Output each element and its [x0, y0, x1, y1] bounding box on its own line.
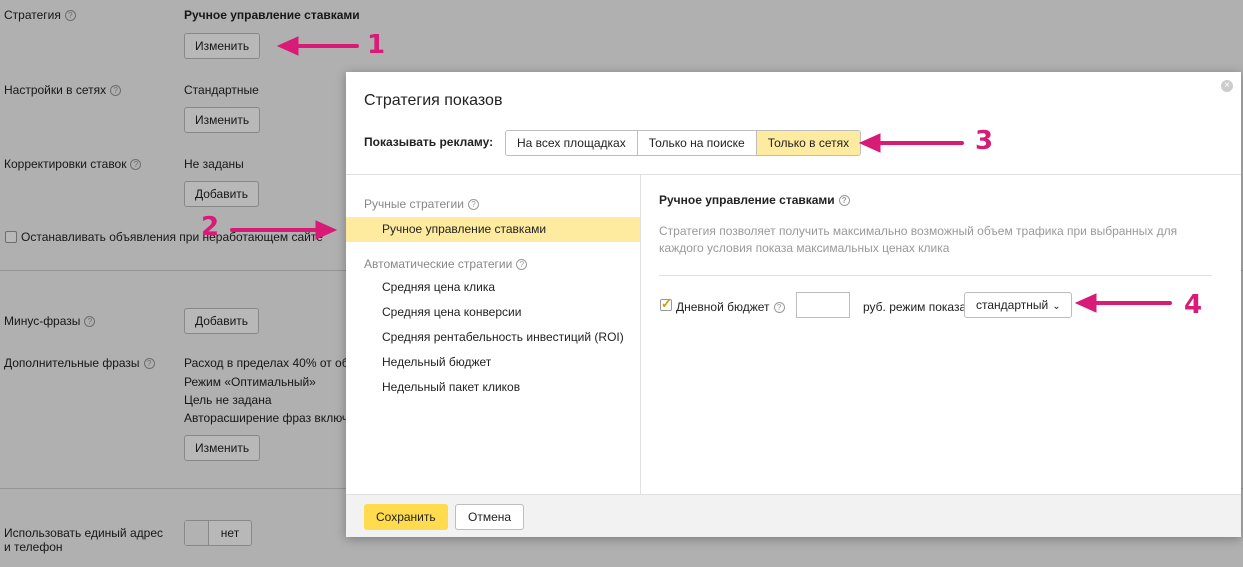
modal-footer: Сохранить Отмена — [346, 494, 1241, 537]
strategy-item[interactable]: Средняя цена конверсии — [346, 300, 640, 325]
cancel-button[interactable]: Отмена — [455, 504, 525, 530]
daily-budget-input[interactable] — [796, 292, 850, 318]
daily-budget-checkbox[interactable] — [660, 296, 672, 312]
show-ads-label: Показывать рекламу: — [364, 135, 494, 149]
modal-title: Стратегия показов — [364, 92, 503, 109]
strategy-item[interactable]: Средняя рентабельность инвестиций (ROI) — [346, 325, 640, 350]
strategy-modal: × Стратегия показов Показывать рекламу: … — [346, 72, 1241, 537]
segment-all-placements[interactable]: На всех площадках — [506, 131, 638, 155]
details-description: Стратегия позволяет получить максимально… — [659, 224, 1178, 255]
strategy-item[interactable]: Недельный бюджет — [346, 350, 640, 375]
details-title: Ручное управление ставками? — [659, 193, 850, 207]
help-icon[interactable]: ? — [516, 259, 528, 270]
annotation-number: 1 — [367, 30, 386, 60]
help-icon[interactable]: ? — [773, 302, 785, 313]
rub-mode-label: руб. режим показа — [863, 300, 967, 314]
display-mode-select[interactable]: стандартный ⌄ — [964, 292, 1072, 318]
save-button[interactable]: Сохранить — [364, 504, 448, 530]
display-mode-value: стандартный — [976, 298, 1049, 312]
divider — [659, 275, 1212, 276]
daily-budget-label: Дневной бюджет? — [676, 300, 785, 314]
placement-segmented-control: На всех площадках Только на поиске Тольк… — [505, 130, 862, 156]
annotation-number: 3 — [975, 126, 994, 156]
auto-group-label: Автоматические стратегии? — [364, 257, 528, 271]
strategy-item[interactable]: Недельный пакет кликов — [346, 375, 640, 400]
segment-search-only[interactable]: Только на поиске — [637, 131, 757, 155]
close-icon[interactable]: × — [1221, 80, 1233, 92]
strategy-item-manual[interactable]: Ручное управление ставками — [346, 217, 640, 242]
annotation-number: 2 — [201, 212, 220, 242]
annotation-number: 4 — [1184, 290, 1203, 320]
strategy-list: Ручные стратегии? Ручное управление став… — [346, 175, 641, 495]
manual-group-label: Ручные стратегии? — [364, 197, 479, 211]
chevron-down-icon: ⌄ — [1052, 301, 1061, 312]
strategy-item[interactable]: Средняя цена клика — [346, 275, 640, 300]
help-icon[interactable]: ? — [467, 199, 479, 210]
modal-body: Ручные стратегии? Ручное управление став… — [346, 174, 1241, 495]
segment-networks-only[interactable]: Только в сетях — [756, 131, 861, 155]
strategy-details: Ручное управление ставками? Стратегия по… — [642, 175, 1241, 495]
help-icon[interactable]: ? — [838, 195, 850, 206]
